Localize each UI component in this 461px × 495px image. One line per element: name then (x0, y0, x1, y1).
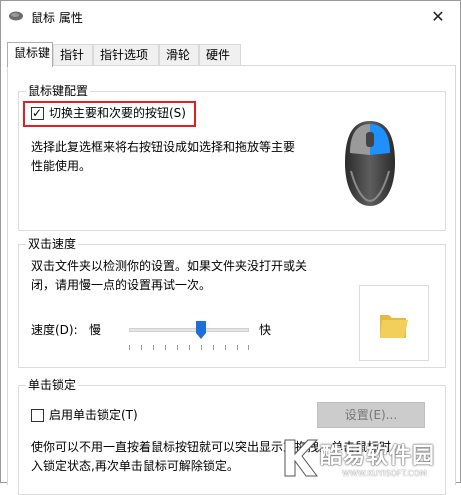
tab-wheel[interactable]: 滑轮 (159, 44, 199, 66)
button-config-description: 选择此复选框来将右按钮设成如选择和拖放等主要 (31, 140, 296, 154)
tab-pointers[interactable]: 指针 (53, 44, 93, 66)
click-lock-description-2: 入锁定状态,再次单击鼠标可解除锁定。 (31, 459, 239, 473)
folder-test-area[interactable] (359, 285, 429, 361)
fast-label: 快 (259, 323, 272, 337)
mouse-illustration-icon (345, 121, 395, 206)
double-click-speed-group: 双击速度 双击文件夹以检测你的设置。如果文件夹没打开或关 闭，请用慢一点的设置再… (18, 236, 446, 368)
speed-label: 速度(D): (31, 323, 78, 337)
slow-label: 慢 (89, 323, 102, 337)
watermark-logo-icon (284, 439, 318, 477)
switch-buttons-label: 切换主要和次要的按钮(S) (49, 106, 186, 120)
double-click-description-2: 闭，请用慢一点的设置再试一次。 (31, 278, 212, 292)
title-bar: 鼠标 属性 ✕ (1, 1, 460, 32)
group-title: 双击速度 (26, 236, 79, 252)
folder-icon[interactable] (376, 308, 410, 342)
close-icon: ✕ (431, 7, 445, 26)
settings-button[interactable]: 设置(E)... (317, 402, 425, 428)
tab-buttons[interactable]: 鼠标键 (7, 42, 53, 67)
button-config-description-2: 性能使用。 (31, 159, 92, 173)
group-title: 单击锁定 (26, 377, 79, 393)
slider-ticks (129, 345, 249, 350)
group-title: 鼠标键配置 (26, 83, 91, 99)
mouse-properties-window: 鼠标 属性 ✕ 鼠标键 指针 指针选项 滑轮 硬件 鼠标键配置 ✓ 切换主要和次… (0, 0, 461, 495)
close-button[interactable]: ✕ (416, 1, 460, 32)
tab-hardware[interactable]: 硬件 (199, 44, 241, 66)
click-lock-label: 启用单击锁定(T) (49, 408, 138, 422)
switch-buttons-checkbox[interactable]: ✓ (31, 106, 44, 120)
slider-thumb[interactable] (196, 321, 206, 339)
double-click-description: 双击文件夹以检测你的设置。如果文件夹没打开或关 (31, 259, 308, 273)
mouse-app-icon (9, 11, 23, 21)
button-configuration-group: 鼠标键配置 ✓ 切换主要和次要的按钮(S) 选择此复选框来将右按钮设成如选择和拖… (18, 83, 446, 231)
tab-panel: 鼠标键配置 ✓ 切换主要和次要的按钮(S) 选择此复选框来将右按钮设成如选择和拖… (7, 65, 456, 495)
checkmark-icon: ✓ (32, 106, 43, 120)
site-watermark: 酷易软件园 WWW.KUYISOFT.COM (278, 436, 460, 482)
double-click-speed-slider[interactable] (129, 328, 249, 332)
click-lock-checkbox[interactable] (31, 409, 44, 422)
watermark-url: WWW.KUYISOFT.COM (342, 469, 427, 478)
watermark-text: 酷易软件园 (320, 444, 436, 469)
window-title: 鼠标 属性 (31, 11, 83, 25)
tab-pointer-options[interactable]: 指针选项 (93, 44, 159, 66)
